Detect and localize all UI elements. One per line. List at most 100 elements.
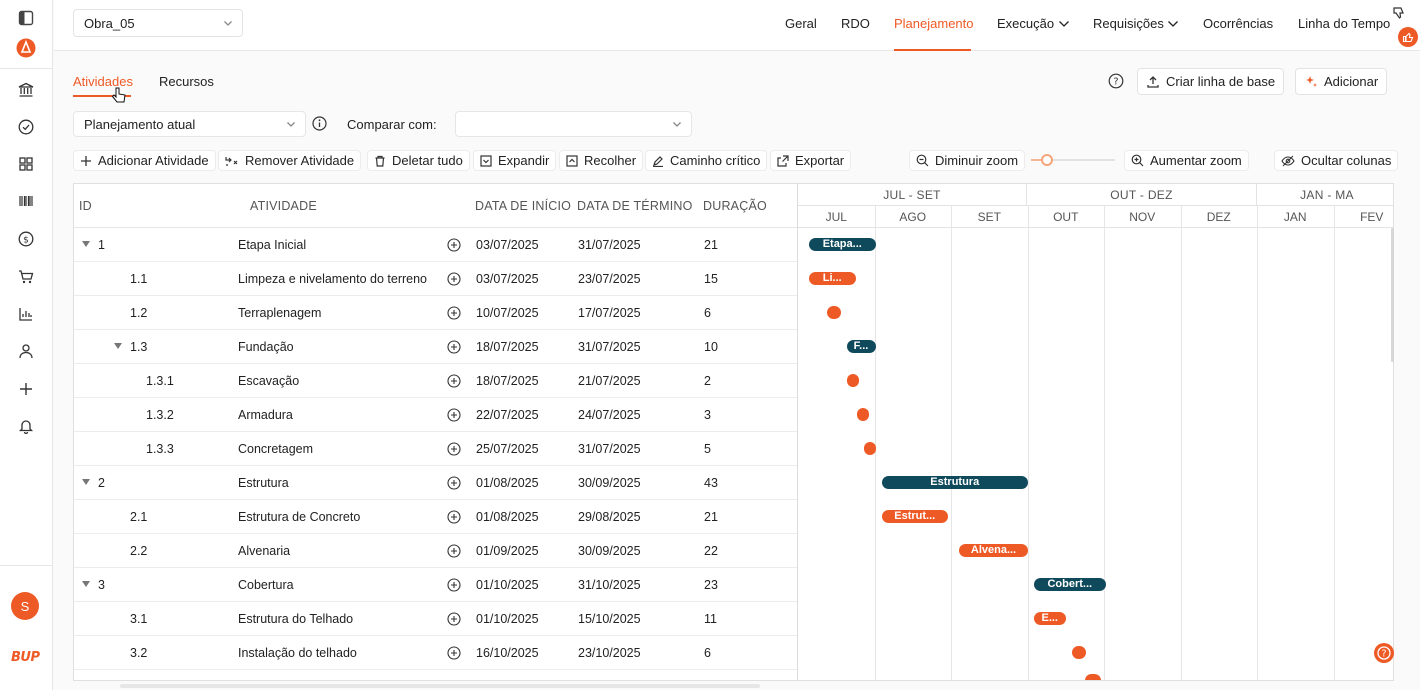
cart-icon[interactable] bbox=[15, 266, 37, 288]
row-id: 2.2 bbox=[130, 544, 148, 558]
chevron-down-icon bbox=[285, 118, 297, 130]
tab-recursos[interactable]: Recursos bbox=[159, 74, 214, 89]
expand-button[interactable]: Expandir bbox=[473, 150, 557, 171]
expand-toggle-icon[interactable] bbox=[82, 479, 90, 485]
nav-rdo[interactable]: RDO bbox=[841, 16, 870, 31]
gantt-bar[interactable] bbox=[1071, 646, 1086, 659]
row-duration: 43 bbox=[704, 476, 718, 490]
barcode-icon[interactable] bbox=[15, 190, 37, 212]
gantt-bar[interactable]: F... bbox=[846, 340, 876, 353]
col-atividade[interactable]: ATIVIDADE bbox=[250, 199, 317, 213]
gantt-bar[interactable]: Cobert... bbox=[1034, 578, 1106, 591]
sidebar-toggle-icon[interactable] bbox=[15, 7, 37, 29]
gantt-bar[interactable] bbox=[864, 442, 876, 455]
nav-ocorrencias[interactable]: Ocorrências bbox=[1203, 16, 1273, 31]
table-row[interactable]: 1 Etapa Inicial 03/07/2025 31/07/2025 21 bbox=[74, 228, 797, 262]
table-row[interactable]: 1.2 Terraplenagem 10/07/2025 17/07/2025 6 bbox=[74, 296, 797, 330]
add-circle-icon[interactable] bbox=[447, 340, 461, 354]
chart-icon[interactable] bbox=[15, 303, 37, 325]
table-row[interactable]: 1.3.3 Concretagem 25/07/2025 31/07/2025 5 bbox=[74, 432, 797, 466]
expand-toggle-icon[interactable] bbox=[82, 581, 90, 587]
nav-requisicoes[interactable]: Requisições bbox=[1093, 16, 1179, 31]
user-icon[interactable] bbox=[15, 340, 37, 362]
nav-linha-do-tempo[interactable]: Linha do Tempo bbox=[1298, 16, 1390, 31]
bank-icon[interactable] bbox=[15, 79, 37, 101]
hide-columns-button[interactable]: Ocultar colunas bbox=[1274, 150, 1399, 171]
zoom-in-button[interactable]: Aumentar zoom bbox=[1124, 150, 1249, 171]
gantt-bar[interactable]: Estrutura bbox=[881, 476, 1028, 489]
obra-select[interactable]: Obra_05 bbox=[73, 9, 243, 37]
avatar[interactable]: S bbox=[11, 592, 39, 620]
add-circle-icon[interactable] bbox=[447, 544, 461, 558]
nav-execucao[interactable]: Execução bbox=[997, 16, 1070, 31]
thumbs-down-icon[interactable] bbox=[1392, 6, 1408, 22]
add-circle-icon[interactable] bbox=[447, 306, 461, 320]
table-row[interactable]: 1.3.2 Armadura 22/07/2025 24/07/2025 3 bbox=[74, 398, 797, 432]
help-circle-icon[interactable]: ? bbox=[1108, 73, 1124, 89]
bell-icon[interactable] bbox=[15, 415, 37, 437]
table-row[interactable]: 1.3 Fundação 18/07/2025 31/07/2025 10 bbox=[74, 330, 797, 364]
add-circle-icon[interactable] bbox=[447, 272, 461, 286]
add-circle-icon[interactable] bbox=[447, 408, 461, 422]
add-circle-icon[interactable] bbox=[447, 578, 461, 592]
table-row[interactable]: 1.1 Limpeza e nivelamento do terreno 03/07… bbox=[74, 262, 797, 296]
compare-select[interactable] bbox=[455, 111, 692, 137]
gantt-bar[interactable]: Etapa... bbox=[809, 238, 876, 251]
add-circle-icon[interactable] bbox=[447, 646, 461, 660]
col-duracao[interactable]: DURAÇÃO bbox=[703, 199, 767, 213]
add-circle-icon[interactable] bbox=[447, 374, 461, 388]
table-row[interactable]: 1.3.1 Escavação 18/07/2025 21/07/2025 2 bbox=[74, 364, 797, 398]
grid-icon[interactable] bbox=[15, 153, 37, 175]
col-id[interactable]: ID bbox=[79, 199, 92, 213]
remove-activity-button[interactable]: Remover Atividade bbox=[218, 150, 362, 171]
col-data-inicio[interactable]: DATA DE INÍCIO bbox=[475, 199, 571, 213]
row-start-date: 01/10/2025 bbox=[476, 612, 539, 626]
add-circle-icon[interactable] bbox=[447, 238, 461, 252]
thumbs-up-icon[interactable] bbox=[1398, 27, 1418, 47]
table-row[interactable] bbox=[74, 670, 797, 680]
add-circle-icon[interactable] bbox=[447, 510, 461, 524]
table-row[interactable]: 3.2 Instalação do telhado 16/10/2025 23/10/… bbox=[74, 636, 797, 670]
nav-geral[interactable]: Geral bbox=[785, 16, 817, 31]
critical-path-button[interactable]: Caminho crítico bbox=[645, 150, 768, 171]
add-circle-icon[interactable] bbox=[447, 442, 461, 456]
nav-active-indicator bbox=[894, 49, 971, 51]
gantt-bar[interactable]: E... bbox=[1034, 612, 1066, 625]
expand-toggle-icon[interactable] bbox=[82, 241, 90, 247]
col-data-termino[interactable]: DATA DE TÉRMINO bbox=[577, 199, 693, 213]
info-icon[interactable] bbox=[312, 116, 327, 131]
gantt-bar[interactable]: Estrut... bbox=[881, 510, 948, 523]
gantt-bar[interactable]: Alvena... bbox=[959, 544, 1028, 557]
add-button[interactable]: Adicionar bbox=[1295, 68, 1388, 95]
export-button[interactable]: Exportar bbox=[770, 150, 852, 171]
help-icon[interactable]: ? bbox=[1374, 643, 1394, 663]
gantt-bar[interactable] bbox=[856, 408, 869, 421]
table-row[interactable]: 2.1 Estrutura de Concreto 01/08/2025 29/08/… bbox=[74, 500, 797, 534]
collapse-button[interactable]: Recolher bbox=[559, 150, 644, 171]
app-logo-icon[interactable] bbox=[15, 37, 37, 59]
table-row[interactable]: 3.1 Estrutura do Telhado 01/10/2025 15/10/2… bbox=[74, 602, 797, 636]
delete-all-button[interactable]: Deletar tudo bbox=[367, 150, 470, 171]
table-row[interactable]: 3 Cobertura 01/10/2025 31/10/2025 23 bbox=[74, 568, 797, 602]
plus-icon[interactable] bbox=[15, 378, 37, 400]
row-start-date: 03/07/2025 bbox=[476, 238, 539, 252]
zoom-slider-handle[interactable] bbox=[1041, 154, 1053, 166]
plan-select[interactable]: Planejamento atual bbox=[73, 111, 306, 137]
expand-toggle-icon[interactable] bbox=[114, 343, 122, 349]
gantt-bar[interactable]: Li... bbox=[809, 272, 856, 285]
horizontal-scrollbar[interactable] bbox=[120, 684, 760, 688]
gantt-bar[interactable] bbox=[846, 374, 859, 387]
add-circle-icon[interactable] bbox=[447, 476, 461, 490]
create-baseline-button[interactable]: Criar linha de base bbox=[1137, 68, 1285, 95]
add-circle-icon[interactable] bbox=[447, 612, 461, 626]
zoom-out-button[interactable]: Diminuir zoom bbox=[909, 150, 1026, 171]
dollar-icon[interactable]: $ bbox=[15, 228, 37, 250]
gantt-bar[interactable] bbox=[826, 306, 841, 319]
nav-planejamento[interactable]: Planejamento bbox=[894, 16, 974, 31]
gantt-bar[interactable] bbox=[1085, 674, 1101, 680]
check-circle-icon[interactable] bbox=[15, 116, 37, 138]
add-activity-button[interactable]: Adicionar Atividade bbox=[73, 150, 216, 171]
table-row[interactable]: 2 Estrutura 01/08/2025 30/09/2025 43 bbox=[74, 466, 797, 500]
vertical-scrollbar[interactable] bbox=[1391, 228, 1394, 362]
table-row[interactable]: 2.2 Alvenaria 01/09/2025 30/09/2025 22 bbox=[74, 534, 797, 568]
